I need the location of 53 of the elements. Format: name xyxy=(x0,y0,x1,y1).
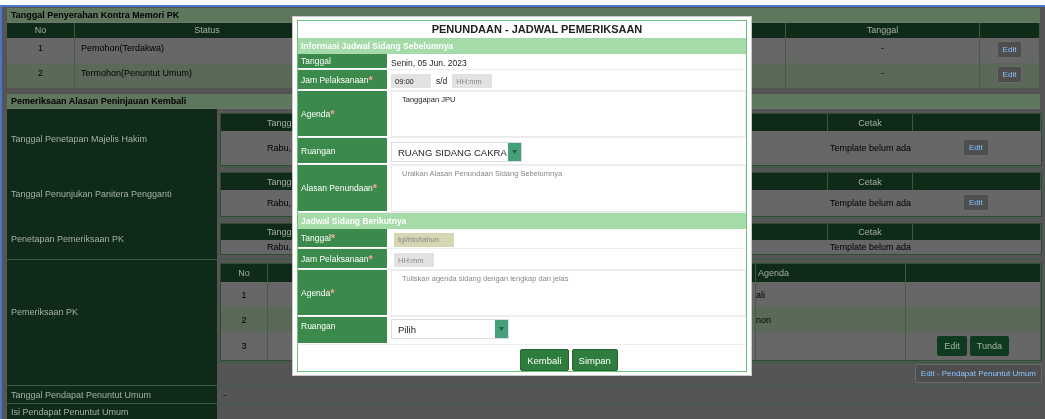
table-cell: 2 xyxy=(7,63,75,88)
action-button[interactable]: Edit xyxy=(937,336,967,356)
column-header: Cetak xyxy=(828,173,913,190)
row-label: Isi Pendapat Penuntut Umum xyxy=(11,406,129,417)
field-label: Agenda* xyxy=(298,91,388,137)
row-label: Tanggal Penetapan Majelis Hakim xyxy=(11,134,148,144)
edit-button[interactable]: Edit xyxy=(963,194,989,211)
field-label: Agenda* xyxy=(298,270,388,316)
column-header: No xyxy=(7,23,75,38)
agenda-text: non xyxy=(756,314,772,325)
table-cell: Template belum ada xyxy=(828,131,913,165)
column-header xyxy=(980,23,1040,38)
edit-button[interactable]: Edit xyxy=(963,139,989,156)
edit-button[interactable]: Edit xyxy=(996,41,1023,58)
column-header: Cetak xyxy=(828,114,913,131)
row-label: Tanggal Pendapat Penuntut Umum xyxy=(11,389,152,400)
table-cell: - xyxy=(786,38,980,63)
caret-icon xyxy=(511,150,517,154)
column-header: No xyxy=(221,264,268,282)
section-header: Informasi Jadwal Sidang Sebelumnya xyxy=(298,38,746,54)
dialog-button[interactable]: Simpan xyxy=(571,349,618,371)
row-label: Tanggal Penunjukan Panitera Pengganti xyxy=(11,189,172,199)
column-header: Cetak xyxy=(828,224,913,240)
row-label: Penetapan Pemeriksaan PK xyxy=(11,234,125,244)
table-cell: 1 xyxy=(221,282,268,307)
row-label: Pemeriksaan PK xyxy=(11,306,79,317)
edit-opinion-button[interactable]: Edit - Pendapat Penuntut Umum xyxy=(914,364,1042,383)
table-cell: 3 xyxy=(221,332,268,360)
field-label: Jam Pelaksanaan* xyxy=(298,249,388,269)
column-header: Tanggal xyxy=(786,23,980,38)
agenda-text: ali xyxy=(756,289,765,300)
column-header: Agenda xyxy=(756,264,906,282)
field-value: Senin, 05 Jun. 2023 xyxy=(391,57,467,68)
section-header: Jadwal Sidang Berikutnya xyxy=(298,213,746,229)
field-label: Ruangan xyxy=(298,317,388,344)
edit-button[interactable]: Edit xyxy=(996,66,1023,83)
field-label: Alasan Penundaan* xyxy=(298,165,388,212)
dialog-title: PENUNDAAN - JADWAL PEMERIKSAAN xyxy=(430,22,644,37)
table-cell: - xyxy=(786,63,980,88)
table-cell: Template belum ada xyxy=(828,240,913,254)
room-select[interactable]: RUANG SIDANG CAKRA xyxy=(391,142,522,162)
range-separator: s/d xyxy=(436,76,448,86)
table-cell: 2 xyxy=(221,307,268,332)
table-cell: Template belum ada xyxy=(828,190,913,216)
action-button[interactable]: Tunda xyxy=(969,336,1009,356)
field-label: Jam Pelaksanaan* xyxy=(298,70,388,90)
room-select[interactable]: Pilih xyxy=(391,319,509,339)
field-label: Tanggal* xyxy=(298,229,388,248)
field-label: Ruangan xyxy=(298,138,388,164)
table-cell: 1 xyxy=(7,38,75,63)
row-value: - xyxy=(223,389,226,400)
field-label: Tanggal xyxy=(298,54,388,69)
dialog-button[interactable]: Kembali xyxy=(520,349,569,371)
